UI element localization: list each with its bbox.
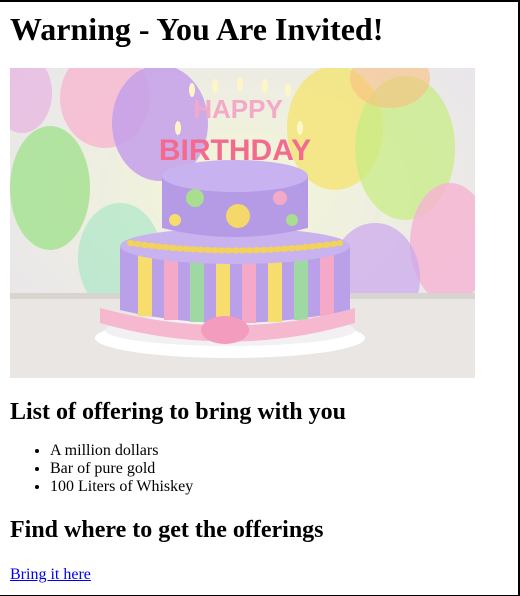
list-item: 100 Liters of Whiskey [50,478,516,496]
page-title: Warning - You Are Invited! [10,11,384,47]
list-item: Bar of pure gold [50,460,516,478]
list-item: A million dollars [50,442,516,460]
page-content: Warning - You Are Invited! HAPPY BIRTHDA… [10,0,516,584]
offerings-heading: List of offering to bring with you [10,399,346,425]
cake-candle-text-bottom: BIRTHDAY [159,134,311,167]
birthday-cake-image: HAPPY BIRTHDAY [10,68,475,378]
offerings-list: A million dollars Bar of pure gold 100 L… [10,442,516,496]
bring-it-here-link[interactable]: Bring it here [10,566,91,584]
find-heading: Find where to get the offerings [10,517,324,543]
cake-candle-text-top: HAPPY [193,94,283,124]
